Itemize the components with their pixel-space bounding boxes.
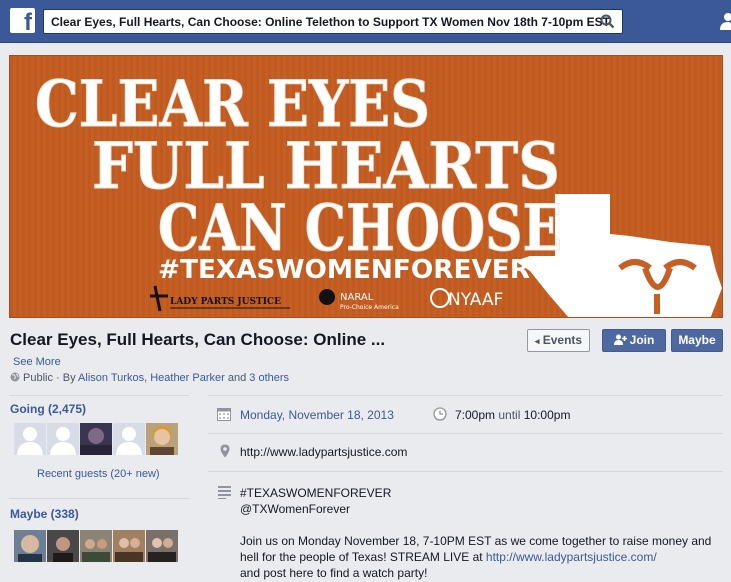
svg-text:LADY PARTS JUSTICE: LADY PARTS JUSTICE: [170, 297, 281, 307]
guests-column: Going (2,475) Recent guests (20+ new) Ma…: [9, 395, 189, 582]
add-user-icon: [613, 334, 627, 345]
host-link[interactable]: Alison Turkos: [78, 372, 144, 384]
svg-text:Pro-Choice America: Pro-Choice America: [340, 304, 399, 311]
chevron-left-icon: ◂: [534, 336, 540, 346]
avatar[interactable]: [80, 530, 112, 562]
avatar[interactable]: [14, 423, 46, 455]
privacy-label: Public: [23, 372, 53, 384]
search-input[interactable]: Clear Eyes, Full Hearts, Can Choose: Onl…: [43, 9, 623, 34]
user-icon[interactable]: [717, 12, 731, 32]
avatar[interactable]: [14, 530, 46, 562]
going-title[interactable]: Going (2,475): [10, 402, 86, 416]
recent-guests-link[interactable]: Recent guests (20+ new): [37, 468, 160, 480]
going-avatars: [14, 423, 178, 455]
event-date[interactable]: Monday, November 18, 2013: [240, 408, 394, 422]
calendar-icon: [217, 408, 231, 421]
avatar[interactable]: [47, 530, 79, 562]
description-icon: [218, 486, 231, 499]
event-description: #TEXASWOMENFOREVER @TXWomenForever Join …: [240, 486, 712, 580]
avatar[interactable]: [80, 423, 112, 455]
avatar[interactable]: [146, 423, 178, 455]
event-meta: Public · By Alison Turkos, Heather Parke…: [10, 372, 289, 384]
host-link[interactable]: Heather Parker: [150, 372, 225, 384]
event-time: 7:00pm until 10:00pm: [455, 408, 571, 422]
svg-text:NARAL: NARAL: [340, 292, 374, 303]
events-button[interactable]: ◂ Events: [527, 329, 590, 352]
location-pin-icon: [220, 444, 230, 458]
event-location-url: http://www.ladypartsjustice.com: [240, 445, 408, 459]
banner-hashtag: #TEXASWOMENFOREVER: [158, 255, 530, 285]
maybe-title[interactable]: Maybe (338): [10, 507, 79, 521]
svg-text:NYAAF: NYAAF: [448, 290, 503, 310]
avatar[interactable]: [113, 423, 145, 455]
search-value: Clear Eyes, Full Hearts, Can Choose: Onl…: [51, 15, 610, 29]
maybe-avatars: [14, 530, 178, 562]
event-cover-photo: CLEAR EYES FULL HEARTS CAN CHOOSE #TEXAS…: [9, 55, 723, 318]
top-bar: f Clear Eyes, Full Hearts, Can Choose: O…: [0, 0, 731, 43]
facebook-logo[interactable]: f: [10, 8, 35, 35]
others-link[interactable]: 3 others: [249, 372, 289, 384]
maybe-button[interactable]: Maybe: [671, 329, 723, 352]
join-button[interactable]: Join: [602, 329, 666, 352]
see-more-link[interactable]: See More: [13, 356, 61, 368]
description-link[interactable]: http://www.ladypartsjustice.com/: [486, 550, 657, 564]
event-title: Clear Eyes, Full Hearts, Can Choose: Onl…: [10, 330, 386, 349]
search-icon[interactable]: [600, 14, 615, 29]
avatar[interactable]: [113, 530, 145, 562]
globe-icon: [10, 372, 20, 382]
avatar[interactable]: [47, 423, 79, 455]
avatar[interactable]: [146, 530, 178, 562]
event-details: Monday, November 18, 2013 7:00pm until 1…: [208, 395, 723, 582]
clock-icon: [433, 407, 447, 421]
